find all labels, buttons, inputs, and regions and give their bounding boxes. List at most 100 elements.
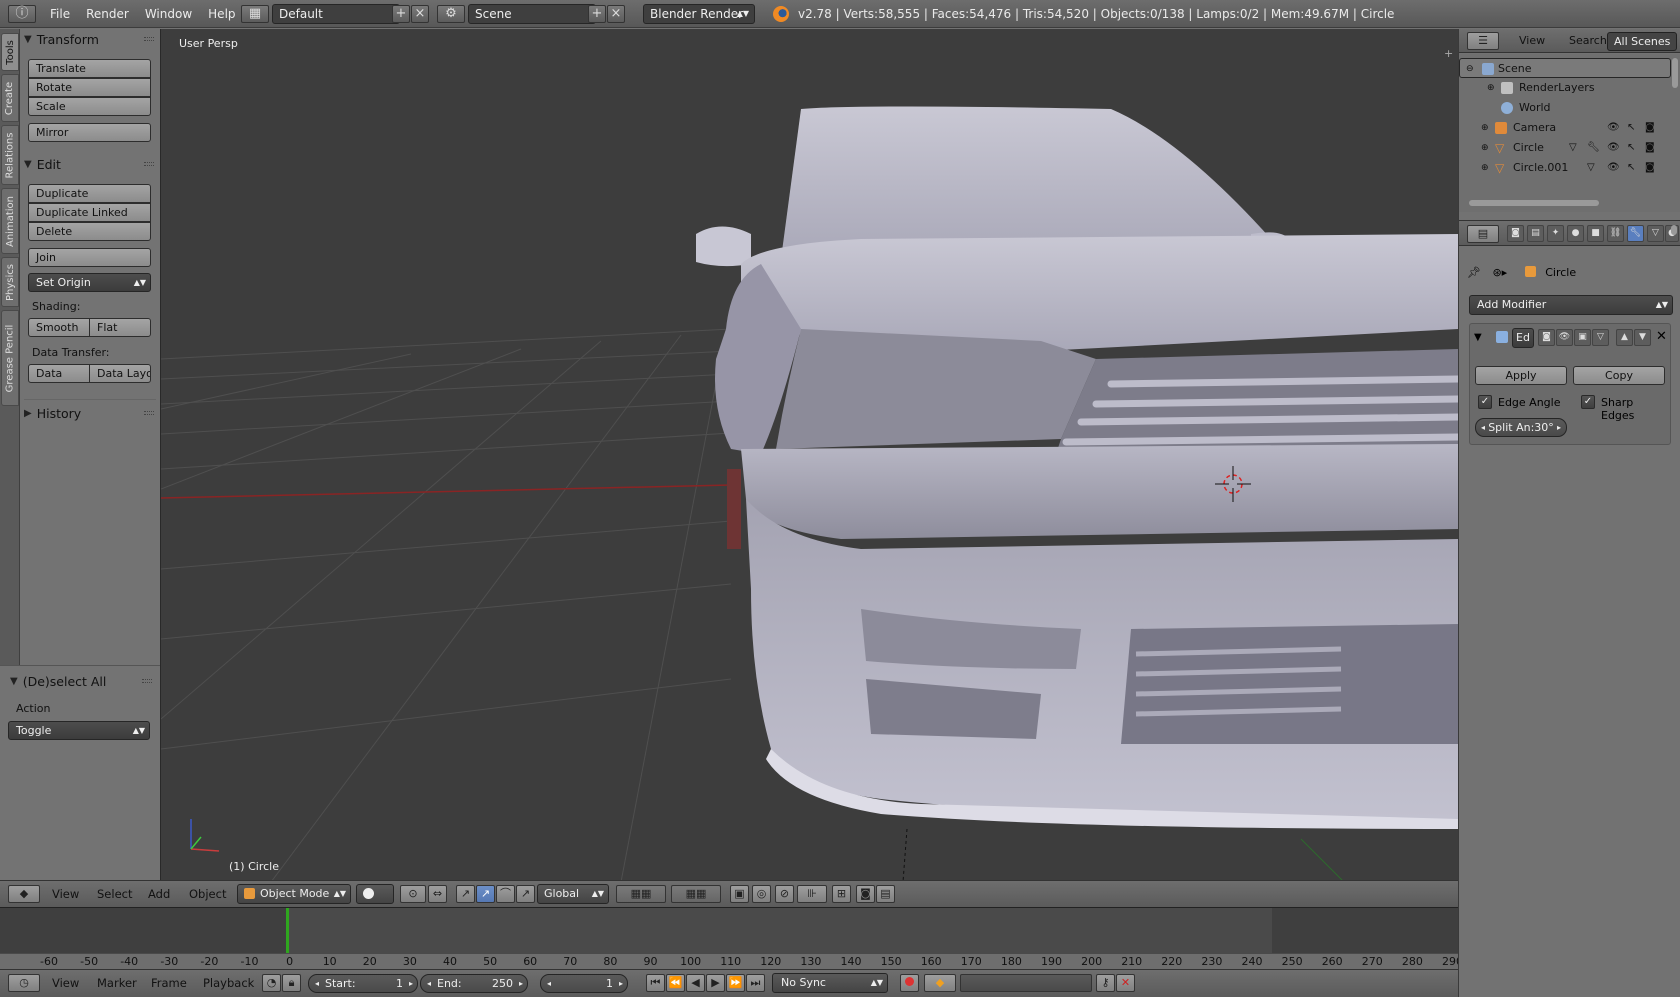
editor-type-outliner-icon[interactable]: ☰ <box>1467 32 1499 50</box>
data-layout-button[interactable]: Data Layo <box>89 364 151 383</box>
render-preview-icon[interactable]: ⊞ <box>832 885 851 903</box>
drag-grip-icon[interactable] <box>144 411 154 415</box>
modifier-render-toggle-icon[interactable]: ◙ <box>1538 329 1555 346</box>
layout-name-field[interactable]: Default <box>272 4 400 24</box>
scale-button[interactable]: Scale <box>28 97 151 116</box>
menu-view[interactable]: View <box>52 887 79 901</box>
render-camera-icon[interactable]: ◙ <box>1645 158 1655 178</box>
menu-marker[interactable]: Marker <box>97 976 137 990</box>
constraints-tab-icon[interactable]: ⛓ <box>1607 225 1624 242</box>
menu-help[interactable]: Help <box>200 0 243 28</box>
transform-panel-header[interactable]: ▼ Transform <box>24 29 156 49</box>
current-frame-field[interactable]: ◂ 1 ▸ <box>540 974 628 993</box>
current-frame-cursor[interactable] <box>286 908 289 954</box>
scene-icon[interactable]: ⚙ <box>437 5 465 23</box>
menu-select[interactable]: Select <box>97 887 132 901</box>
outliner-menu-search[interactable]: Search <box>1563 32 1613 51</box>
modifier-name-field[interactable]: Ed <box>1512 328 1534 348</box>
render-engine-select[interactable]: Blender Render ▲▼ <box>643 4 755 24</box>
preview-range-icon[interactable]: ◔ <box>262 974 281 992</box>
outliner-item-camera[interactable]: ⊕ Camera 👁︎ ↖ ◙ <box>1459 118 1671 138</box>
copy-button[interactable]: Copy <box>1573 366 1665 385</box>
remove-scene-icon[interactable]: × <box>607 5 625 23</box>
duplicate-button[interactable]: Duplicate <box>28 184 151 203</box>
action-select[interactable]: Toggle ▲▼ <box>8 721 150 740</box>
select-cursor-icon[interactable]: ↖ <box>1627 138 1635 158</box>
add-modifier-select[interactable]: Add Modifier ▲▼ <box>1469 295 1673 315</box>
world-tab-icon[interactable]: ● <box>1567 225 1584 242</box>
add-scene-icon[interactable]: + <box>588 5 606 23</box>
scene-name-field[interactable]: Scene <box>468 4 596 24</box>
layers-grid-b[interactable]: ▦▦ <box>671 885 721 903</box>
sharp-edges-checkbox[interactable]: ✓ <box>1581 395 1595 409</box>
tab-tools[interactable]: Tools <box>1 33 19 71</box>
lock-layers-icon[interactable]: ▣ <box>730 885 749 903</box>
object-tab-icon[interactable]: ■ <box>1587 225 1604 242</box>
record-icon[interactable] <box>900 974 919 992</box>
edit-panel-header[interactable]: ▼ Edit <box>24 154 156 174</box>
opengl-render-icon[interactable]: ◙ <box>856 885 875 903</box>
menu-file[interactable]: File <box>42 0 78 28</box>
rotate-button[interactable]: Rotate <box>28 78 151 97</box>
modifier-viewport-toggle-icon[interactable]: 👁︎ <box>1556 329 1573 346</box>
scene-tab-icon[interactable]: ✦ <box>1547 225 1564 242</box>
play-reverse-icon[interactable]: ◀ <box>686 974 705 992</box>
end-frame-field[interactable]: ◂ End: 250 ▸ <box>420 974 528 993</box>
edge-angle-checkbox[interactable]: ✓ <box>1478 395 1492 409</box>
modifier-editmode-toggle-icon[interactable]: ▣ <box>1574 329 1591 346</box>
manipulator-toggle-icon[interactable]: ⇔ <box>428 885 447 903</box>
modifier-cage-toggle-icon[interactable]: ▽ <box>1592 329 1609 346</box>
outliner-menu-view[interactable]: View <box>1513 32 1551 51</box>
snap-toggle-icon[interactable]: ⊘ <box>775 885 794 903</box>
drag-grip-icon[interactable] <box>142 679 152 683</box>
collapse-triangle-icon[interactable]: ▼ <box>1474 332 1482 343</box>
outliner-item-circle-001[interactable]: ⊕ ▽ Circle.001 ▽ 👁︎ ↖ ◙ <box>1459 158 1671 178</box>
outliner-item-scene[interactable]: ⊖ Scene <box>1459 58 1671 78</box>
menu-view[interactable]: View <box>52 976 79 990</box>
delete-keyframe-icon[interactable]: ✕ <box>1116 974 1135 992</box>
add-layout-icon[interactable]: + <box>392 5 410 23</box>
delete-button[interactable]: Delete <box>28 222 151 241</box>
menu-render[interactable]: Render <box>78 0 137 28</box>
editor-type-info-icon[interactable]: ⓘ <box>8 5 36 23</box>
menu-add[interactable]: Add <box>148 887 170 901</box>
insert-keyframe-icon[interactable]: ⚷ <box>1096 974 1115 992</box>
move-up-icon[interactable]: ▲ <box>1616 329 1633 346</box>
outliner-item-world[interactable]: World <box>1459 98 1671 118</box>
smooth-shading-button[interactable]: Smooth <box>28 318 90 337</box>
history-panel-header[interactable]: ▶ History <box>24 403 156 423</box>
join-button[interactable]: Join <box>28 248 151 267</box>
transform-orientation-select[interactable]: Global ▲▼ <box>537 884 609 904</box>
select-cursor-icon[interactable]: ↖ <box>1627 118 1635 138</box>
operator-panel-header[interactable]: ▼ (De)select All <box>10 671 106 691</box>
move-down-icon[interactable]: ▼ <box>1634 329 1651 346</box>
expand-icon[interactable]: ⊕ <box>1481 138 1489 158</box>
expand-icon[interactable]: ⊕ <box>1487 78 1495 98</box>
pin-icon[interactable]: 📌︎ <box>1467 266 1481 279</box>
layout-grid-icon[interactable]: ▦ <box>241 5 269 23</box>
manipulator-extra-icon[interactable]: ↗ <box>516 885 535 903</box>
tab-animation[interactable]: Animation <box>1 188 19 254</box>
snap-element-icon[interactable]: ⊪ <box>797 885 827 903</box>
frame-ruler[interactable]: -60 -50 -40 -30 -20 -10 0 10 20 30 40 50 60 70 80 90 100… <box>0 953 1463 970</box>
lock-range-icon[interactable]: 🔒︎ <box>282 974 301 992</box>
expand-icon[interactable]: ⊕ <box>1481 118 1489 138</box>
mirror-button[interactable]: Mirror <box>28 123 151 142</box>
render-tab-icon[interactable]: ◙ <box>1507 225 1524 242</box>
translate-button[interactable]: Translate <box>28 59 151 78</box>
expand-region-icon[interactable]: + <box>1444 48 1454 59</box>
tab-relations[interactable]: Relations <box>1 125 19 185</box>
jump-start-icon[interactable]: ⏮ <box>646 974 665 992</box>
menu-object[interactable]: Object <box>189 887 226 901</box>
pivot-point-icon[interactable]: ⊙ <box>400 885 426 903</box>
outliner-horizontal-scrollbar[interactable] <box>1469 200 1599 206</box>
menu-playback[interactable]: Playback <box>203 976 254 990</box>
editor-type-3d-icon[interactable]: ◆ <box>8 885 40 903</box>
3d-viewport[interactable]: User Persp (1) Circle + <box>160 29 1458 882</box>
outliner-display-all-scenes[interactable]: All Scenes <box>1607 32 1678 51</box>
drag-grip-icon[interactable] <box>144 37 154 41</box>
interaction-mode-select[interactable]: Object Mode ▲▼ <box>237 884 351 904</box>
flat-shading-button[interactable]: Flat <box>89 318 151 337</box>
active-keying-set-field[interactable] <box>960 974 1092 992</box>
render-camera-icon[interactable]: ◙ <box>1645 138 1655 158</box>
